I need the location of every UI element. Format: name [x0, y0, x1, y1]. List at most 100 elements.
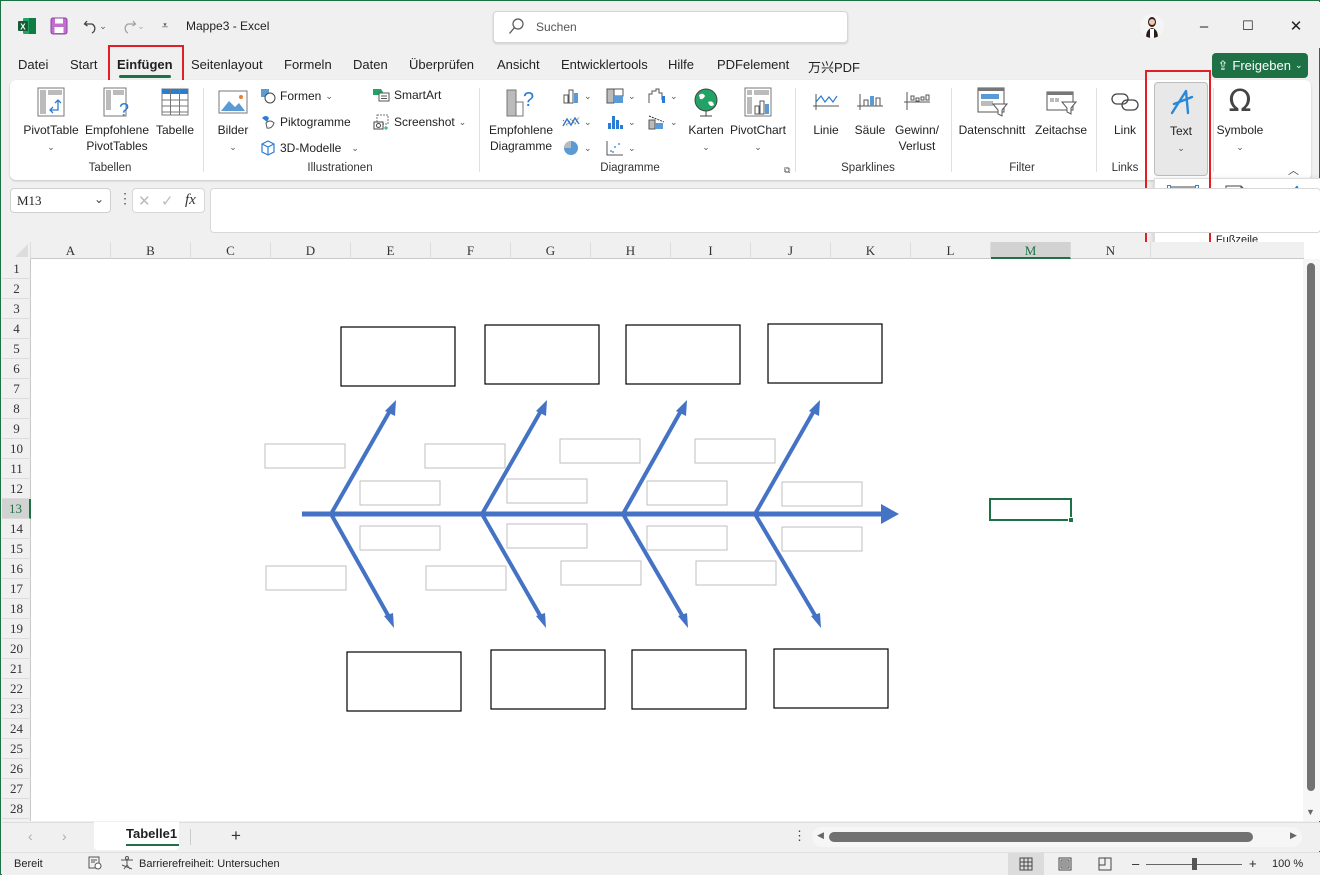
category-box-bottom-4[interactable] [773, 648, 889, 709]
row-header-9[interactable]: 9 [2, 419, 31, 439]
dialog-launcher-icon[interactable]: ⧉ [784, 165, 790, 176]
tab-wanxingpdf[interactable]: 万兴PDF [808, 57, 860, 76]
minimize-button[interactable]: – [1192, 14, 1216, 38]
3d-modelle-button[interactable]: 3D-Modelle ⌄ [260, 140, 359, 156]
bone-lower-arrowhead-1[interactable] [384, 613, 394, 628]
bone-lower-arrowhead-2[interactable] [536, 613, 546, 628]
column-header-g[interactable]: G [511, 242, 591, 259]
row-header-12[interactable]: 12 [2, 479, 31, 499]
column-header-i[interactable]: I [671, 242, 751, 259]
cause-box-7[interactable] [646, 480, 728, 506]
scroll-down-icon[interactable]: ▼ [1306, 807, 1315, 817]
formula-input[interactable] [210, 188, 1320, 233]
row-header-7[interactable]: 7 [2, 379, 31, 399]
page-break-view-button[interactable] [1098, 857, 1112, 874]
category-box-top-4[interactable] [767, 323, 883, 384]
column-header-f[interactable]: F [431, 242, 511, 259]
chevron-down-icon[interactable]: ⌄ [94, 192, 104, 207]
column-header-m[interactable]: M [991, 242, 1071, 259]
row-header-22[interactable]: 22 [2, 679, 31, 699]
statistic-chart-button[interactable]: ⌄ [606, 114, 636, 130]
row-header-20[interactable]: 20 [2, 639, 31, 659]
category-box-top-1[interactable] [340, 326, 456, 387]
tab-entwicklertools[interactable]: Entwicklertools [561, 57, 648, 72]
row-header-6[interactable]: 6 [2, 359, 31, 379]
bone-lower-arrowhead-3[interactable] [678, 613, 688, 628]
pie-chart-button[interactable]: ⌄ [562, 140, 592, 156]
category-box-bottom-1[interactable] [346, 651, 462, 712]
row-header-15[interactable]: 15 [2, 539, 31, 559]
column-header-e[interactable]: E [351, 242, 431, 259]
spine-arrowhead[interactable] [881, 504, 899, 524]
tab-pdfelement[interactable]: PDFelement [717, 57, 789, 72]
combo-chart-button[interactable]: ⌄ [648, 114, 678, 130]
sparkline-saeule-button[interactable]: Säule [852, 86, 888, 138]
line-chart-button[interactable]: ⌄ [562, 114, 592, 130]
close-button[interactable]: ✕ [1284, 14, 1308, 38]
row-header-25[interactable]: 25 [2, 739, 31, 759]
symbole-button[interactable]: Ω Symbole ⌄ [1214, 86, 1266, 155]
search-box[interactable]: Suchen [493, 11, 848, 43]
horizontal-scroll-thumb[interactable] [829, 832, 1253, 842]
row-header-3[interactable]: 3 [2, 299, 31, 319]
next-sheet-icon[interactable]: › [62, 828, 67, 844]
cause-box-1[interactable] [264, 443, 346, 469]
tab-start[interactable]: Start [70, 57, 97, 72]
row-header-16[interactable]: 16 [2, 559, 31, 579]
tabelle-button[interactable]: Tabelle [152, 86, 198, 138]
cause-box-6[interactable] [506, 478, 588, 504]
user-avatar[interactable] [1140, 14, 1164, 38]
tab-seitenlayout[interactable]: Seitenlayout [191, 57, 263, 72]
column-header-n[interactable]: N [1071, 242, 1151, 259]
maximize-button[interactable]: ☐ [1236, 14, 1260, 38]
tab-formeln[interactable]: Formeln [284, 57, 332, 72]
active-cell-m13[interactable] [989, 498, 1074, 523]
redo-button[interactable]: ⌄ [118, 16, 148, 36]
piktogramme-button[interactable]: Piktogramme [260, 114, 351, 130]
category-box-top-2[interactable] [484, 324, 600, 385]
column-header-h[interactable]: H [591, 242, 671, 259]
confirm-icon[interactable]: ✓ [161, 192, 174, 210]
cause-box-13[interactable] [265, 565, 347, 591]
cause-box-8[interactable] [781, 481, 863, 507]
category-box-bottom-2[interactable] [490, 649, 606, 710]
cause-box-3[interactable] [559, 438, 641, 464]
empfohlene-pivottables-button[interactable]: ? Empfohlene PivotTables [84, 86, 150, 154]
link-button[interactable]: Link [1105, 86, 1145, 138]
screenshot-button[interactable]: Screenshot ⌄ [372, 114, 466, 130]
accessibility-status[interactable]: Barrierefreiheit: Untersuchen [139, 858, 280, 870]
vertical-scroll-thumb[interactable] [1307, 263, 1315, 791]
bone-lower-arrowhead-4[interactable] [811, 613, 821, 628]
fill-handle[interactable] [1068, 517, 1074, 523]
column-header-l[interactable]: L [911, 242, 991, 259]
cancel-icon[interactable]: ✕ [138, 192, 151, 210]
row-header-27[interactable]: 27 [2, 779, 31, 799]
row-header-10[interactable]: 10 [2, 439, 31, 459]
row-header-13[interactable]: 13 [2, 499, 31, 519]
row-header-24[interactable]: 24 [2, 719, 31, 739]
column-header-b[interactable]: B [111, 242, 191, 259]
prev-sheet-icon[interactable]: ‹ [28, 828, 33, 844]
cause-box-15[interactable] [560, 560, 642, 586]
sheet-tab-tabelle1[interactable]: Tabelle1 [94, 822, 179, 850]
cause-box-12[interactable] [781, 526, 863, 552]
tab-hilfe[interactable]: Hilfe [668, 57, 694, 72]
collapse-ribbon-icon[interactable]: ︿ [1288, 162, 1299, 178]
zeitachse-button[interactable]: Zeitachse [1031, 86, 1091, 138]
share-button[interactable]: ⇪ Freigeben ⌄ [1212, 53, 1308, 78]
waterfall-chart-button[interactable]: ⌄ [648, 88, 678, 104]
normal-view-button[interactable] [1008, 853, 1044, 875]
cause-box-2[interactable] [424, 443, 506, 469]
row-header-11[interactable]: 11 [2, 459, 31, 479]
add-sheet-button[interactable]: + [231, 826, 241, 846]
datenschnitt-button[interactable]: Datenschnitt [957, 86, 1027, 138]
row-header-19[interactable]: 19 [2, 619, 31, 639]
karten-button[interactable]: Karten ⌄ [686, 86, 726, 155]
category-box-top-3[interactable] [625, 324, 741, 385]
cause-box-11[interactable] [646, 525, 728, 551]
save-icon[interactable] [48, 16, 70, 36]
column-header-j[interactable]: J [751, 242, 831, 259]
column-header-d[interactable]: D [271, 242, 351, 259]
row-header-28[interactable]: 28 [2, 799, 31, 819]
row-header-26[interactable]: 26 [2, 759, 31, 779]
